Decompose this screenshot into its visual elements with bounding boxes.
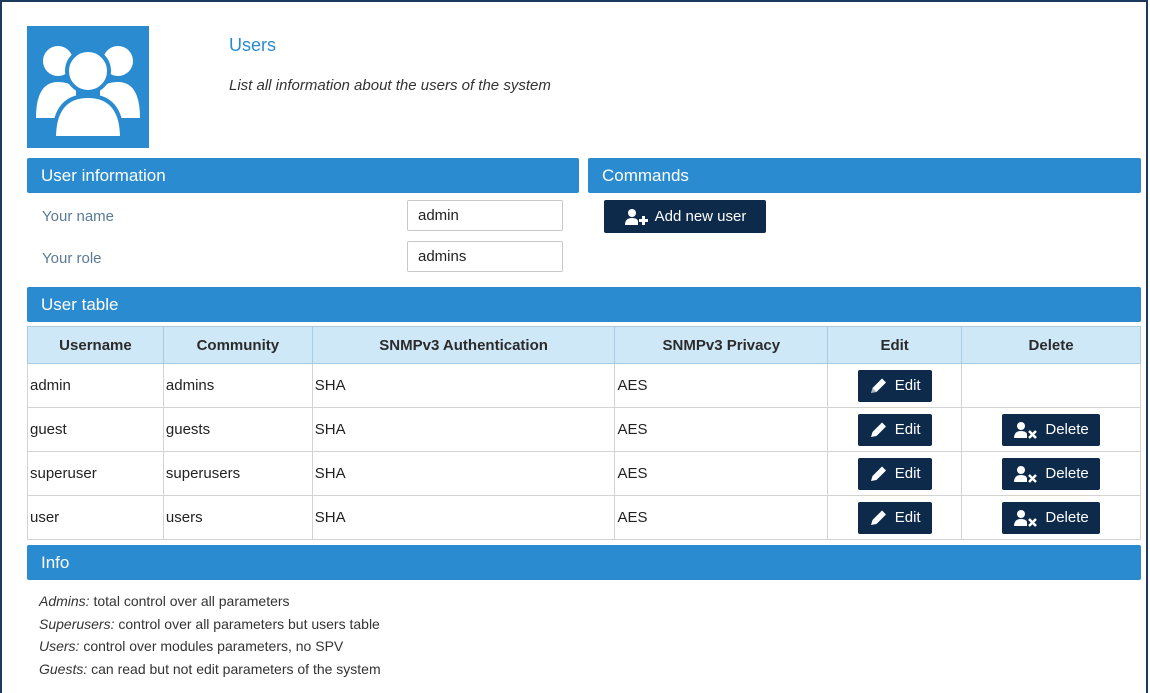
commands-title: Commands [602, 166, 689, 185]
cell-username: superuser [27, 451, 164, 496]
pencil-icon [870, 378, 886, 393]
table-row: admin admins SHA AES Edit [27, 363, 1141, 408]
column-header-community: Community [162, 326, 313, 364]
delete-label: Delete [1045, 465, 1089, 482]
info-header: Info [27, 545, 1141, 580]
cell-community: guests [162, 407, 313, 452]
info-list: Admins: total control over all parameter… [39, 590, 381, 680]
cell-delete: Delete [961, 495, 1141, 540]
cell-community: superusers [162, 451, 313, 496]
column-header-username: Username [27, 326, 164, 364]
page-description: List all information about the users of … [229, 77, 551, 94]
info-role: Admins: [39, 593, 90, 609]
pencil-icon [870, 422, 886, 437]
users-group-icon [27, 26, 149, 148]
delete-button[interactable]: Delete [1002, 457, 1100, 490]
cell-delete: Delete [961, 407, 1141, 452]
table-row: superuser superusers SHA AES Edit Delete [27, 451, 1141, 496]
your-role-label: Your role [42, 250, 102, 267]
cell-auth: SHA [311, 363, 616, 408]
table-row: guest guests SHA AES Edit Delete [27, 407, 1141, 452]
info-role: Guests: [39, 660, 88, 677]
info-text: control over all parameters but users ta… [114, 615, 380, 632]
edit-label: Edit [894, 509, 921, 526]
delete-button[interactable]: Delete [1002, 501, 1100, 534]
cell-auth: SHA [311, 451, 616, 496]
your-name-field[interactable] [407, 200, 563, 231]
user-delete-icon [1014, 421, 1038, 439]
cell-privacy: AES [614, 407, 829, 452]
user-table: Username Community SNMPv3 Authentication… [27, 326, 1141, 540]
edit-label: Edit [894, 377, 921, 394]
column-header-snmpv3-privacy: SNMPv3 Privacy [614, 326, 829, 364]
info-text: total control over all parameters [89, 593, 290, 609]
page-title: Users [229, 35, 277, 55]
user-delete-icon [1014, 465, 1038, 483]
pencil-icon [870, 466, 886, 481]
add-new-user-button[interactable]: Add new user [604, 200, 766, 233]
info-item: Superusers: control over all parameters … [39, 613, 381, 636]
column-header-delete: Delete [961, 326, 1141, 364]
user-information-title: User information [41, 166, 166, 185]
info-title: Info [41, 553, 70, 572]
info-text: can read but not edit parameters of the … [87, 660, 381, 677]
edit-button[interactable]: Edit [857, 369, 932, 402]
cell-username: user [27, 495, 164, 540]
table-header-row: Username Community SNMPv3 Authentication… [27, 326, 1141, 364]
edit-label: Edit [894, 421, 921, 438]
your-name-label: Your name [42, 208, 114, 225]
delete-label: Delete [1045, 509, 1089, 526]
commands-header: Commands [588, 158, 1141, 193]
cell-username: admin [27, 363, 164, 408]
pencil-icon [870, 510, 886, 525]
cell-edit: Edit [827, 363, 963, 408]
column-header-snmpv3-authentication: SNMPv3 Authentication [311, 326, 616, 364]
cell-edit: Edit [827, 451, 963, 496]
cell-privacy: AES [614, 495, 829, 540]
column-header-edit: Edit [827, 326, 963, 364]
cell-community: admins [162, 363, 313, 408]
add-new-user-label: Add new user [654, 208, 747, 225]
cell-auth: SHA [311, 495, 616, 540]
delete-button[interactable]: Delete [1002, 413, 1100, 446]
cell-community: users [162, 495, 313, 540]
delete-label: Delete [1045, 421, 1089, 438]
cell-delete: Delete [961, 451, 1141, 496]
cell-privacy: AES [614, 363, 829, 408]
edit-button[interactable]: Edit [857, 501, 932, 534]
cell-auth: SHA [311, 407, 616, 452]
cell-edit: Edit [827, 495, 963, 540]
info-item: Users: control over modules parameters, … [39, 635, 381, 658]
user-table-header: User table [27, 287, 1141, 322]
cell-username: guest [27, 407, 164, 452]
user-table-title: User table [41, 295, 119, 314]
cell-edit: Edit [827, 407, 963, 452]
info-role: Superusers: [39, 615, 115, 632]
info-item: Guests: can read but not edit parameters… [39, 658, 381, 681]
table-row: user users SHA AES Edit Delete [27, 495, 1141, 540]
your-role-field[interactable] [407, 241, 563, 272]
edit-button[interactable]: Edit [857, 457, 932, 490]
user-information-header: User information [27, 158, 579, 193]
user-plus-icon [624, 208, 648, 225]
cell-privacy: AES [614, 451, 829, 496]
cell-delete [961, 363, 1141, 408]
user-delete-icon [1014, 509, 1038, 527]
info-text: control over modules parameters, no SPV [79, 638, 344, 654]
edit-button[interactable]: Edit [857, 413, 932, 446]
info-item: Admins: total control over all parameter… [39, 590, 381, 613]
edit-label: Edit [894, 465, 921, 482]
info-role: Users: [39, 638, 80, 654]
